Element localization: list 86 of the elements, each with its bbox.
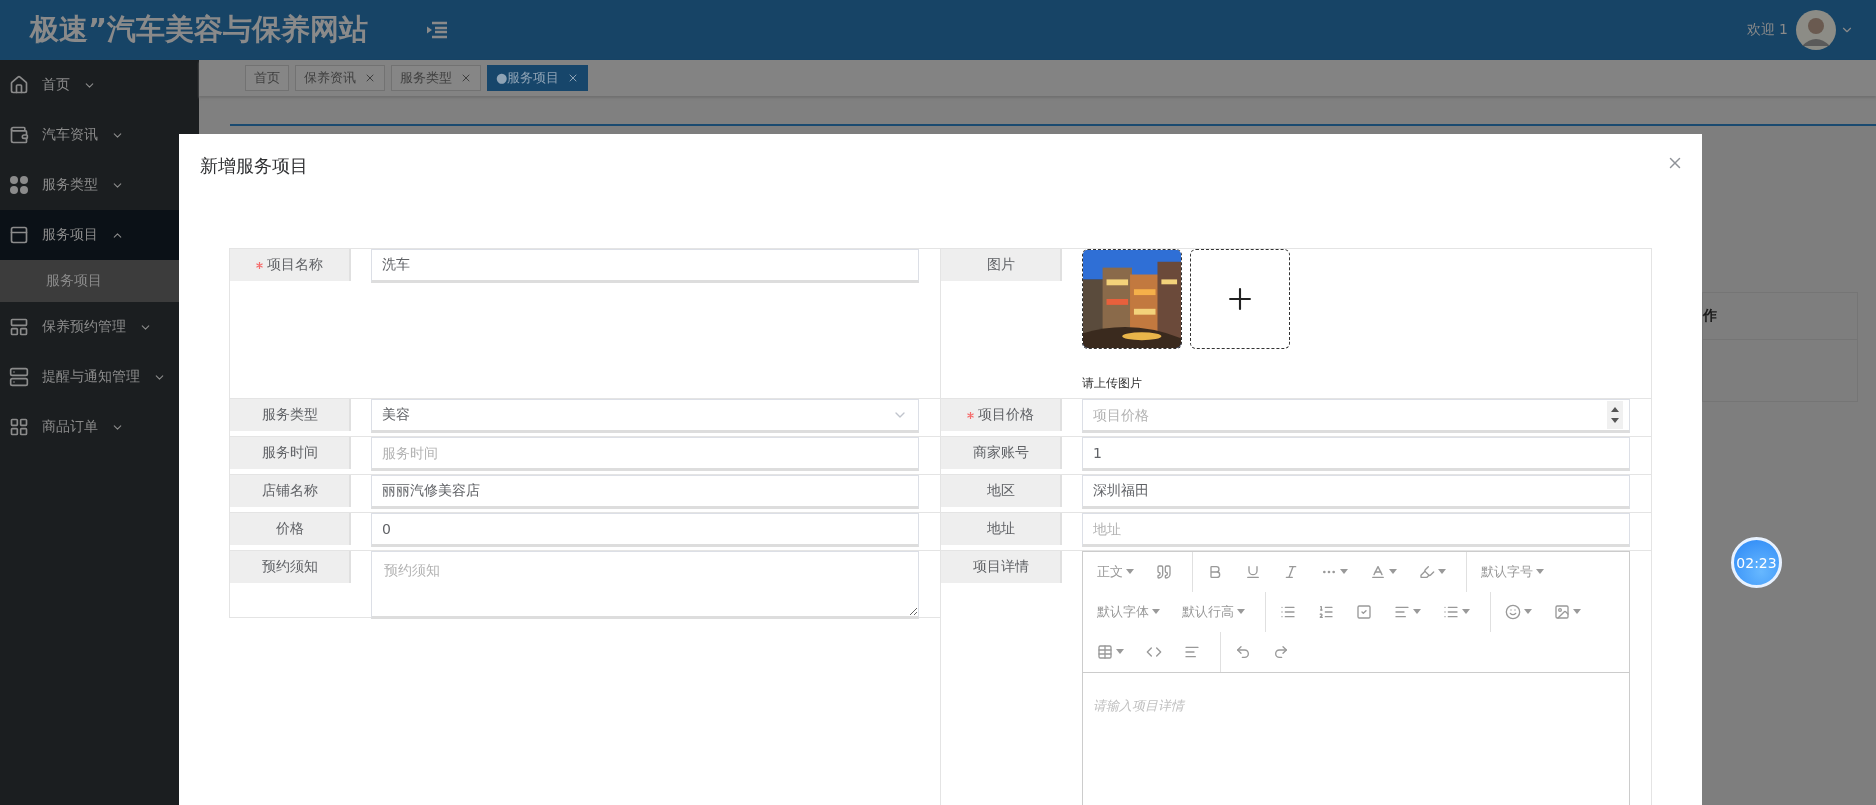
field-label: 地区 (941, 475, 1062, 507)
bullet-list-icon (1280, 604, 1296, 620)
field-label: 项目价格 (941, 399, 1062, 431)
sidebar-item[interactable]: 汽车资讯 (0, 110, 199, 160)
select-field[interactable]: 美容 (371, 399, 919, 433)
sidebar-item[interactable]: 商品订单 (0, 402, 199, 452)
dots-grid-icon (9, 175, 29, 195)
sidebar-item[interactable]: 提醒与通知管理 (0, 352, 199, 402)
sidebar-item[interactable]: 保养预约管理 (0, 302, 199, 352)
field-label: 服务时间 (230, 437, 351, 469)
paragraph-dropdown[interactable]: 正文 (1089, 557, 1142, 587)
code-icon (1146, 644, 1162, 660)
font-size-dropdown[interactable]: 默认字号 (1473, 557, 1552, 587)
dialog-title: 新增服务项目 (200, 154, 308, 178)
caret-icon (1340, 569, 1348, 575)
caret-icon (1237, 609, 1245, 615)
caret-icon (1438, 569, 1446, 575)
panel-icon (9, 225, 29, 245)
font-color-icon (1370, 564, 1386, 580)
editor-placeholder: 请输入项目详情 (1093, 698, 1184, 713)
site-title: 极速”汽车美容与保养网站 (30, 11, 369, 48)
welcome-text: 欢迎 1 (1746, 21, 1788, 39)
asterisk-icon (967, 411, 974, 419)
table-icon (1097, 644, 1113, 660)
asterisk-icon (256, 261, 263, 269)
number-field[interactable]: 项目价格 (1082, 399, 1630, 433)
page-tab[interactable]: ●服务项目 (487, 65, 589, 91)
field-label: 服务类型 (230, 399, 351, 431)
text-field[interactable]: 深圳福田 (1082, 475, 1630, 509)
emoji-icon (1505, 604, 1521, 620)
align-icon (1394, 604, 1410, 620)
field-label: 价格 (230, 513, 351, 545)
close-icon[interactable] (364, 72, 376, 84)
sidebar-item[interactable]: 首页 (0, 60, 199, 110)
text-field[interactable]: 地址 (1082, 513, 1630, 547)
server-icon (9, 367, 29, 387)
font-family-dropdown[interactable]: 默认字体 (1089, 597, 1168, 627)
page-tab[interactable]: 保养资讯 (295, 65, 385, 91)
text-field[interactable]: 服务时间 (371, 437, 919, 471)
redo-icon (1273, 644, 1289, 660)
caret-icon (1126, 569, 1134, 575)
caret-icon (1573, 609, 1581, 615)
page-tab[interactable]: 首页 (245, 65, 289, 91)
layout-icon (9, 317, 29, 337)
grid-icon (9, 417, 29, 437)
highlight-icon (1419, 564, 1435, 580)
field-label: 预约须知 (230, 551, 351, 583)
home-icon (9, 75, 29, 95)
field-label: 图片 (941, 249, 1062, 281)
column-header: 作 (1703, 307, 1717, 325)
quote-icon (1156, 564, 1172, 580)
underline-icon (1245, 564, 1261, 580)
avatar[interactable] (1796, 10, 1836, 50)
sidebar-item[interactable]: 服务类型 (0, 160, 199, 210)
checklist-icon (1356, 604, 1372, 620)
field-label: 项目名称 (230, 249, 351, 281)
close-icon[interactable] (460, 72, 472, 84)
wallet-icon (9, 125, 29, 145)
italic-icon (1283, 564, 1299, 580)
menu-icon[interactable] (426, 20, 449, 40)
bold-icon (1207, 564, 1223, 580)
line-height-dropdown[interactable]: 默认行高 (1174, 597, 1253, 627)
caret-icon (1462, 609, 1470, 615)
caret-icon (1389, 569, 1397, 575)
page-tab[interactable]: 服务类型 (391, 65, 481, 91)
undo-icon (1235, 644, 1251, 660)
field-label: 地址 (941, 513, 1062, 545)
rich-text-editor[interactable]: 正文 默认字号 默认字体 默认行高 请输入项目详情 (1082, 551, 1630, 805)
field-label: 项目详情 (941, 551, 1062, 583)
field-label: 商家账号 (941, 437, 1062, 469)
field-label: 店铺名称 (230, 475, 351, 507)
image-icon (1554, 604, 1570, 620)
caret-icon (1536, 569, 1544, 575)
caret-icon (1413, 609, 1421, 615)
caret-icon (1116, 649, 1124, 655)
textarea-field[interactable]: 预约须知 (371, 551, 919, 619)
caret-icon (1152, 609, 1160, 615)
text-field[interactable]: 1 (1082, 437, 1630, 471)
text-field[interactable]: 丽丽汽修美容店 (371, 475, 919, 509)
spinner-icon[interactable] (1607, 401, 1623, 429)
add-image-button[interactable] (1190, 249, 1290, 349)
numbered-list-icon (1318, 604, 1334, 620)
text-field[interactable]: 0 (371, 513, 919, 547)
upload-hint: 请上传图片 (1082, 375, 1143, 392)
text-field[interactable]: 洗车 (371, 249, 919, 283)
caret-icon (1524, 609, 1532, 615)
